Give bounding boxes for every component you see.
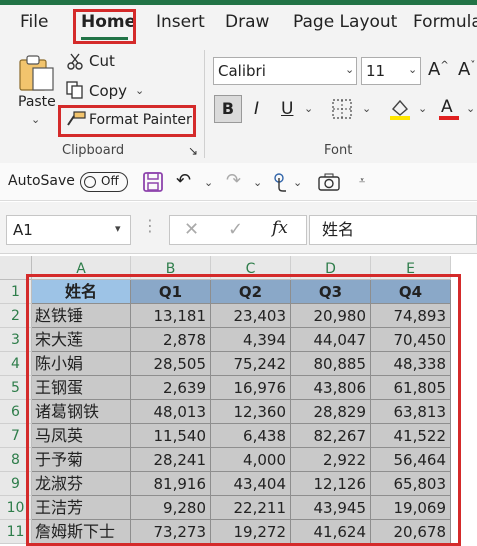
tab-formulas[interactable]: Formulas — [413, 12, 477, 32]
fill-color-icon[interactable] — [388, 97, 412, 125]
font-name-select[interactable]: Calibri — [213, 57, 357, 85]
save-icon[interactable] — [143, 172, 163, 196]
bold-button[interactable]: B — [214, 95, 242, 123]
formula-input[interactable]: 姓名 — [309, 215, 477, 245]
name-box-dropdown-icon[interactable]: ▾ — [115, 222, 121, 235]
cut-button[interactable]: Cut — [89, 52, 115, 70]
redo-dropdown-icon[interactable]: ⌄ — [253, 176, 262, 189]
customize-qat-icon[interactable]: ⩡ — [359, 174, 365, 188]
enter-icon[interactable]: ✓ — [228, 219, 243, 240]
undo-icon[interactable]: ↶ — [176, 170, 191, 191]
toggle-state-label: Off — [101, 174, 119, 188]
borders-icon[interactable] — [332, 99, 352, 123]
italic-button[interactable]: I — [254, 99, 259, 119]
clipboard-group-label: Clipboard — [62, 143, 125, 158]
name-box[interactable]: A1 — [6, 215, 131, 245]
clipboard-launcher-icon[interactable]: ↘ — [188, 144, 198, 158]
fill-color-dropdown-icon[interactable]: ⌄ — [418, 102, 427, 115]
tab-draw[interactable]: Draw — [225, 12, 269, 32]
copy-icon[interactable] — [66, 81, 84, 103]
font-color-icon[interactable]: A — [437, 95, 461, 125]
format-painter-highlight — [58, 105, 196, 137]
paste-dropdown-icon[interactable]: ⌄ — [31, 113, 40, 126]
group-separator — [204, 50, 205, 158]
copy-button[interactable]: Copy — [89, 82, 127, 100]
home-tab-highlight — [73, 9, 136, 44]
font-group-label: Font — [324, 143, 353, 158]
cancel-icon[interactable]: ✕ — [184, 219, 199, 240]
tab-file[interactable]: File — [20, 12, 48, 32]
underline-dropdown-icon[interactable]: ⌄ — [304, 102, 313, 115]
svg-text:A: A — [441, 97, 453, 117]
paste-icon[interactable] — [17, 52, 57, 92]
scissors-icon[interactable] — [66, 52, 84, 74]
tab-insert[interactable]: Insert — [156, 12, 205, 32]
touch-mode-dropdown-icon[interactable]: ⌄ — [293, 176, 302, 189]
paste-button[interactable]: Paste — [18, 94, 56, 110]
redo-icon[interactable]: ↷ — [226, 170, 241, 191]
autosave-toggle[interactable]: Off — [80, 172, 128, 192]
insert-function-icon[interactable]: fx — [272, 218, 288, 238]
camera-icon[interactable] — [318, 173, 340, 195]
font-size-dropdown-icon[interactable]: ⌄ — [408, 63, 417, 76]
copy-dropdown-icon[interactable]: ⌄ — [135, 84, 144, 97]
tab-page-layout[interactable]: Page Layout — [293, 12, 397, 32]
decrease-font-size-icon[interactable]: A˅ — [458, 59, 475, 80]
touch-mode-icon[interactable] — [271, 172, 289, 196]
increase-font-size-icon[interactable]: A^ — [428, 59, 449, 80]
underline-button[interactable]: U — [281, 99, 293, 119]
undo-dropdown-icon[interactable]: ⌄ — [204, 176, 213, 189]
autosave-label: AutoSave — [8, 173, 75, 189]
toggle-knob — [84, 176, 96, 188]
formula-bar-grip-icon[interactable]: ⋮ — [142, 216, 158, 235]
font-color-dropdown-icon[interactable]: ⌄ — [466, 102, 475, 115]
font-name-dropdown-icon[interactable]: ⌄ — [345, 63, 354, 76]
table-highlight — [26, 274, 461, 546]
borders-dropdown-icon[interactable]: ⌄ — [362, 102, 371, 115]
